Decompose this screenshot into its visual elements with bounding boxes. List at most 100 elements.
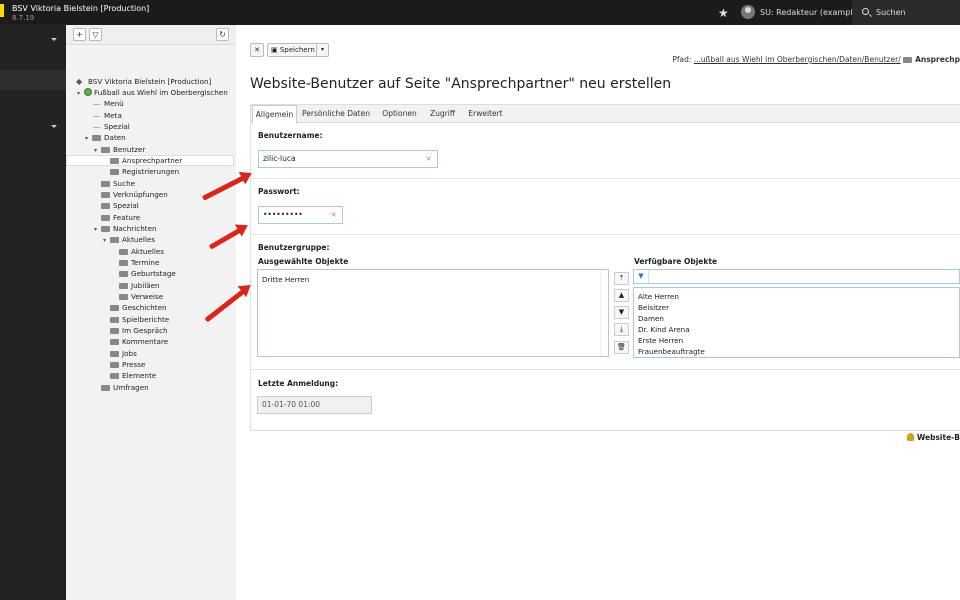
module-item-page[interactable]: [0, 70, 66, 90]
tree-item[interactable]: Termine: [112, 257, 159, 268]
list-item[interactable]: Frauenbeauftragte: [638, 347, 705, 356]
tree-item[interactable]: Umfragen: [94, 382, 149, 393]
username-field[interactable]: zilic-luca ×: [258, 150, 438, 168]
tree-item[interactable]: Geburtstage: [112, 268, 176, 279]
menu-separator-icon: —: [92, 111, 101, 120]
user-icon: [907, 433, 914, 441]
chevron-down-icon[interactable]: ▾: [94, 224, 101, 235]
password-field[interactable]: ••••••••• ×: [258, 206, 343, 224]
list-item[interactable]: Erste Herren: [638, 336, 683, 345]
close-button[interactable]: ✕: [250, 43, 264, 57]
page-tree: ◆ BSV Viktoria Bielstein [Production] ▾ Fu…: [66, 45, 236, 600]
edit-form: Allgemein Persönliche Daten Optionen Zug…: [250, 104, 960, 431]
available-objects-label: Verfügbare Objekte: [634, 257, 718, 266]
folder-icon: [110, 328, 119, 334]
tree-item[interactable]: Spielberichte: [103, 314, 169, 325]
save-button[interactable]: ▣ Speichern ▾: [267, 43, 329, 57]
filter-icon[interactable]: ▽: [89, 28, 102, 41]
list-item[interactable]: Dr. Kind Arena: [638, 325, 690, 334]
list-item[interactable]: Alte Herren: [638, 292, 679, 301]
move-top-icon[interactable]: ⤒: [614, 272, 629, 285]
filter-icon: ▼: [634, 270, 649, 283]
version-label: 8.7.19: [12, 14, 35, 22]
tree-item-selected[interactable]: Ansprechpartner: [103, 155, 182, 166]
list-item[interactable]: Beisitzer: [638, 303, 669, 312]
tree-item[interactable]: Presse: [103, 359, 145, 370]
tree-toolbar: + ▽ ↻: [66, 25, 236, 45]
user-menu[interactable]: SU: Redakteur (example): [760, 8, 861, 17]
clear-icon[interactable]: ×: [425, 151, 432, 167]
avatar[interactable]: [741, 5, 755, 19]
chevron-down-icon[interactable]: ▾: [94, 145, 101, 156]
top-bar: BSV Viktoria Bielstein [Production] 8.7.…: [0, 0, 960, 25]
tab-allgemein[interactable]: Allgemein: [252, 105, 297, 124]
search-box[interactable]: Suchen: [852, 0, 960, 25]
typo3-logo[interactable]: [0, 4, 4, 17]
clear-icon[interactable]: ×: [330, 207, 337, 223]
folder-icon: [92, 135, 101, 141]
chevron-down-icon[interactable]: ▾: [77, 88, 84, 99]
available-objects-list[interactable]: Alte Herren Beisitzer Damen Dr. Kind Are…: [633, 287, 960, 358]
tab-persoenliche-daten[interactable]: Persönliche Daten: [301, 105, 371, 123]
move-bottom-icon[interactable]: ⤓: [614, 323, 629, 336]
folder-icon: [119, 271, 128, 277]
tree-item[interactable]: Jubiläen: [112, 280, 160, 291]
tab-zugriff[interactable]: Zugriff: [426, 105, 459, 123]
search-label: Suchen: [876, 8, 906, 17]
tree-item[interactable]: Feature: [94, 212, 140, 223]
new-page-icon[interactable]: +: [73, 28, 86, 41]
move-down-icon[interactable]: ▼: [614, 306, 629, 319]
selected-objects-list[interactable]: Dritte Herren: [257, 269, 609, 357]
tree-item[interactable]: ▾ Benutzer: [94, 144, 145, 155]
tree-item[interactable]: ▾ Daten: [85, 132, 126, 143]
tree-item[interactable]: Im Gespräch: [103, 325, 168, 336]
folder-icon: [110, 169, 119, 175]
folder-icon: [110, 339, 119, 345]
folder-icon: [101, 203, 110, 209]
tree-item[interactable]: Aktuelles: [112, 246, 164, 257]
save-icon: ▣: [271, 46, 278, 54]
filter-input[interactable]: ▼: [633, 269, 960, 284]
tree-item[interactable]: ▾ Aktuelles: [103, 234, 155, 245]
list-item[interactable]: Damen: [638, 314, 664, 323]
module-group-system[interactable]: [0, 117, 66, 137]
tree-item[interactable]: Elemente: [103, 370, 156, 381]
list-item[interactable]: Dritte Herren: [262, 275, 309, 284]
tab-bar: Allgemein Persönliche Daten Optionen Zug…: [251, 105, 960, 124]
trash-icon[interactable]: 🗑: [614, 341, 629, 354]
tree-item[interactable]: Spezial: [94, 200, 139, 211]
tree-item[interactable]: Verknüpfungen: [94, 189, 168, 200]
tree-item[interactable]: Jobs: [103, 348, 137, 359]
tree-item[interactable]: ▾ Nachrichten: [94, 223, 157, 234]
typo3-icon: ◆: [76, 77, 83, 86]
chevron-down-icon[interactable]: ▾: [103, 235, 110, 246]
tree-item[interactable]: — Meta: [85, 110, 122, 121]
search-icon: [862, 8, 869, 15]
tree-site[interactable]: ▾ Fußball aus Wiehl im Oberbergischen: [77, 87, 228, 98]
module-group-web[interactable]: [0, 30, 66, 50]
tree-root[interactable]: ◆ BSV Viktoria Bielstein [Production]: [76, 76, 211, 87]
password-label: Passwort:: [258, 187, 300, 196]
tree-item[interactable]: — Spezial: [85, 121, 130, 132]
folder-icon: [101, 181, 110, 187]
move-up-icon[interactable]: ▲: [614, 289, 629, 302]
tree-item[interactable]: Registrierungen: [103, 166, 179, 177]
selected-objects-label: Ausgewählte Objekte: [258, 257, 349, 266]
tree-item[interactable]: Geschichten: [103, 302, 167, 313]
refresh-icon[interactable]: ↻: [216, 28, 229, 41]
divider: [251, 234, 960, 235]
menu-separator-icon: —: [92, 99, 101, 108]
tab-erweitert[interactable]: Erweitert: [463, 105, 508, 123]
folder-icon: [110, 317, 119, 323]
tree-item[interactable]: Kommentare: [103, 336, 168, 347]
chevron-down-icon[interactable]: ▾: [85, 133, 92, 144]
tab-optionen[interactable]: Optionen: [377, 105, 422, 123]
bookmark-star-icon[interactable]: ★: [718, 6, 729, 20]
tree-item[interactable]: Suche: [94, 178, 135, 189]
chevron-down-icon: [51, 125, 57, 128]
tree-item[interactable]: — Menü: [85, 98, 124, 109]
scrollbar[interactable]: [600, 270, 608, 356]
tree-item[interactable]: Verweise: [112, 291, 163, 302]
chevron-down-icon[interactable]: ▾: [316, 44, 328, 56]
folder-icon: [119, 260, 128, 266]
